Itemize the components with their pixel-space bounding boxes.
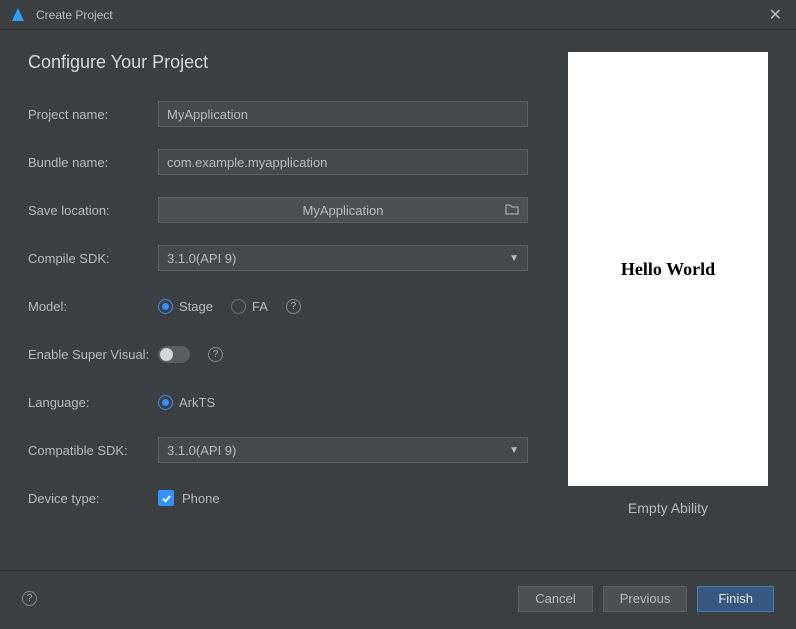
radio-selected-icon (158, 299, 173, 314)
model-radio-fa[interactable]: FA (231, 299, 268, 314)
radio-selected-icon (158, 395, 173, 410)
bundle-name-label: Bundle name: (28, 155, 158, 170)
model-label: Model: (28, 299, 158, 314)
project-name-input[interactable] (158, 101, 528, 127)
project-name-label: Project name: (28, 107, 158, 122)
compatible-sdk-select[interactable]: 3.1.0(API 9) ▼ (158, 437, 528, 463)
device-type-phone-label: Phone (182, 491, 220, 506)
radio-icon (231, 299, 246, 314)
window-title: Create Project (36, 8, 765, 22)
preview-text: Hello World (621, 259, 715, 280)
bundle-name-input[interactable] (158, 149, 528, 175)
super-visual-toggle[interactable] (158, 346, 190, 363)
model-fa-label: FA (252, 299, 268, 314)
chevron-down-icon: ▼ (509, 253, 519, 264)
compile-sdk-value: 3.1.0(API 9) (167, 251, 236, 266)
compile-sdk-label: Compile SDK: (28, 251, 158, 266)
cancel-button[interactable]: Cancel (518, 586, 592, 612)
folder-icon[interactable] (505, 203, 519, 218)
language-label: Language: (28, 395, 158, 410)
checkmark-icon (161, 493, 172, 504)
previous-button[interactable]: Previous (603, 586, 688, 612)
language-arkts-label: ArkTS (179, 395, 215, 410)
model-radio-stage[interactable]: Stage (158, 299, 213, 314)
footer: ? Cancel Previous Finish (0, 570, 796, 626)
help-icon[interactable]: ? (22, 591, 37, 606)
help-icon[interactable]: ? (286, 299, 301, 314)
titlebar: Create Project ✕ (0, 0, 796, 30)
compatible-sdk-value: 3.1.0(API 9) (167, 443, 236, 458)
language-radio-arkts[interactable]: ArkTS (158, 395, 215, 410)
preview-caption: Empty Ability (628, 500, 708, 516)
preview-screen: Hello World (568, 52, 768, 486)
close-icon[interactable]: ✕ (765, 5, 786, 25)
app-logo-icon (10, 7, 26, 23)
help-icon[interactable]: ? (208, 347, 223, 362)
finish-button[interactable]: Finish (697, 586, 774, 612)
compatible-sdk-label: Compatible SDK: (28, 443, 158, 458)
save-location-input[interactable]: MyApplication (158, 197, 528, 223)
save-location-value: MyApplication (303, 203, 384, 218)
compile-sdk-select[interactable]: 3.1.0(API 9) ▼ (158, 245, 528, 271)
page-title: Configure Your Project (28, 52, 548, 73)
device-type-label: Device type: (28, 491, 158, 506)
chevron-down-icon: ▼ (509, 445, 519, 456)
save-location-label: Save location: (28, 203, 158, 218)
device-type-checkbox-phone[interactable] (158, 490, 174, 506)
model-stage-label: Stage (179, 299, 213, 314)
super-visual-label: Enable Super Visual: (28, 347, 158, 362)
